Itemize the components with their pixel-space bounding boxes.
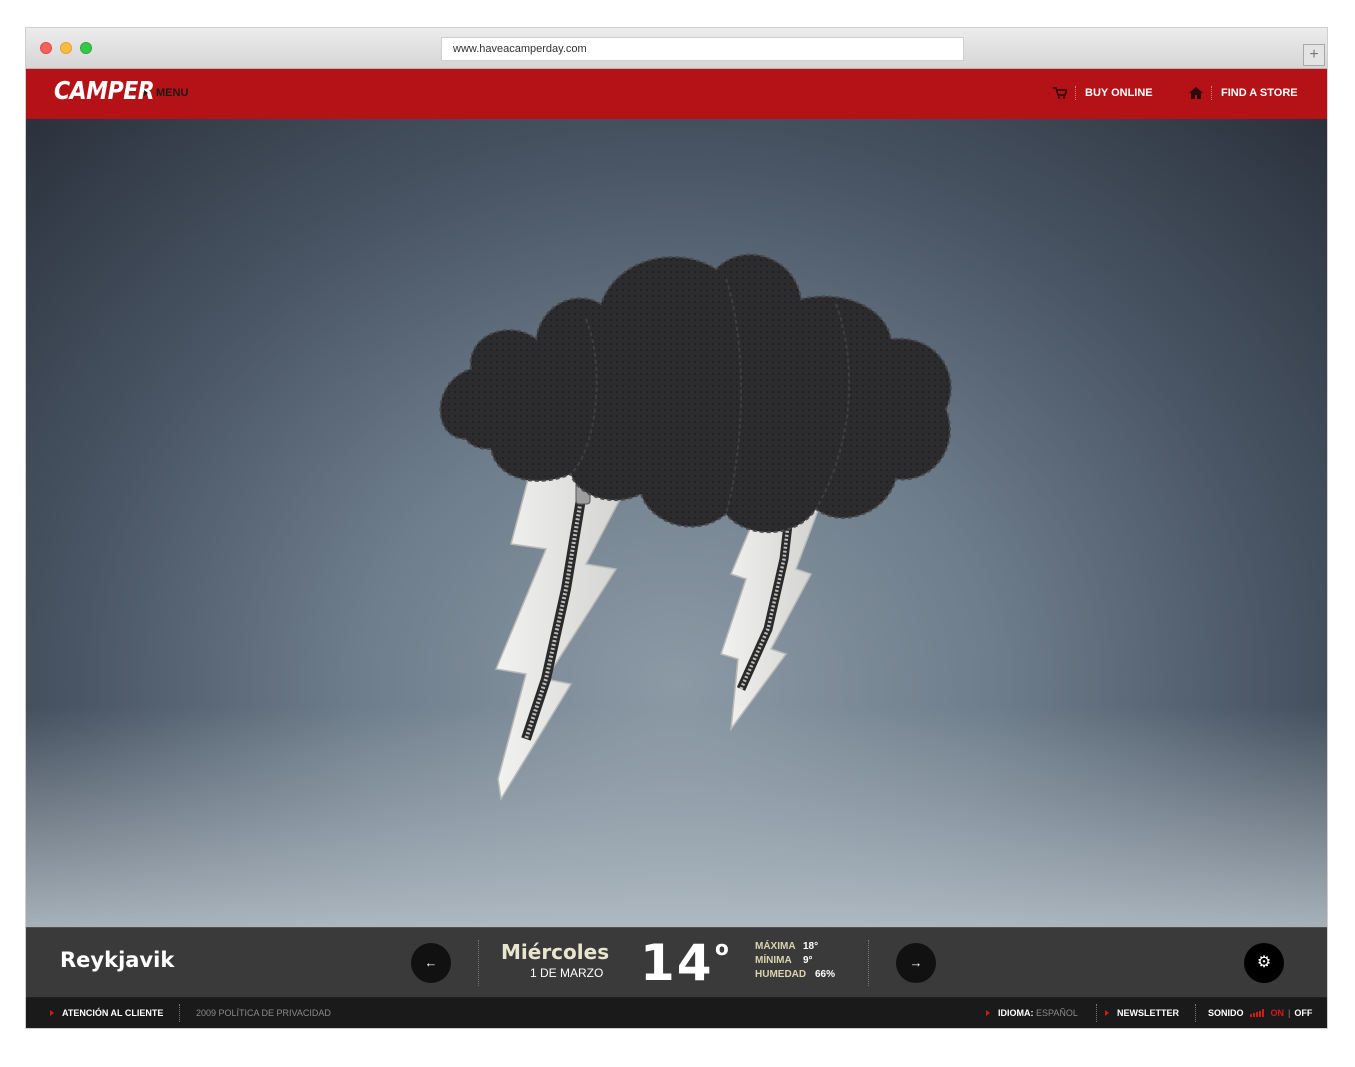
menu-button[interactable]: MENU bbox=[144, 87, 188, 99]
site-footer: ATENCIÓN AL CLIENTE 2009 POLÍTICA DE PRI… bbox=[26, 998, 1327, 1028]
camper-logo[interactable]: CAMPER bbox=[54, 77, 155, 106]
current-temperature: 14 bbox=[640, 934, 714, 992]
city-name: Reykjavik bbox=[60, 948, 175, 972]
max-temp-value: 18° bbox=[803, 941, 819, 952]
sound-label: SONIDO bbox=[1208, 1008, 1244, 1018]
privacy-label: 2009 POLÍTICA DE PRIVACIDAD bbox=[196, 1008, 331, 1018]
weather-illustration bbox=[26, 119, 1327, 927]
min-temp-row: MÍNIMA 9° bbox=[755, 954, 835, 968]
footer-arrow-icon bbox=[1105, 1010, 1109, 1016]
newsletter-label: NEWSLETTER bbox=[1117, 1008, 1179, 1018]
menu-arrow-icon bbox=[144, 90, 148, 97]
gear-icon: ⚙ bbox=[1256, 954, 1272, 971]
footer-divider bbox=[179, 1004, 180, 1022]
browser-toolbar: www.haveacamperday.com + bbox=[26, 28, 1327, 69]
find-store-label: FIND A STORE bbox=[1221, 87, 1298, 99]
humidity-row: HUMEDAD 66% bbox=[755, 968, 835, 982]
customer-service-link[interactable]: ATENCIÓN AL CLIENTE bbox=[50, 1008, 163, 1018]
footer-divider bbox=[1195, 1004, 1196, 1022]
cart-icon bbox=[1053, 87, 1067, 99]
sound-toggle-divider: | bbox=[1288, 1008, 1291, 1018]
volume-bars-icon bbox=[1249, 1009, 1265, 1017]
footer-arrow-icon bbox=[986, 1010, 990, 1016]
site-header: CAMPER MENU BUY ONLINE FIND A STORE bbox=[26, 69, 1327, 119]
storm-cloud-zipper-image bbox=[439, 253, 952, 802]
min-temp-label: MÍNIMA bbox=[755, 955, 792, 966]
language-value: ESPAÑOL bbox=[1036, 1008, 1078, 1018]
min-temp-value: 9° bbox=[803, 955, 813, 966]
arrow-left-icon: ← bbox=[424, 955, 438, 970]
previous-day-button[interactable]: ← bbox=[411, 943, 451, 983]
buy-online-link[interactable]: BUY ONLINE bbox=[1053, 86, 1153, 100]
settings-button[interactable]: ⚙ bbox=[1244, 943, 1284, 983]
footer-arrow-icon bbox=[50, 1010, 54, 1016]
arrow-right-icon: → bbox=[909, 955, 923, 970]
sound-control: SONIDO ON | OFF bbox=[1208, 1008, 1312, 1018]
sound-on-toggle[interactable]: ON bbox=[1271, 1008, 1285, 1018]
privacy-link[interactable]: 2009 POLÍTICA DE PRIVACIDAD bbox=[196, 1008, 331, 1018]
close-window-button[interactable] bbox=[40, 42, 52, 54]
weekday: Miércoles bbox=[501, 940, 610, 964]
header-divider bbox=[1075, 86, 1076, 100]
minimize-window-button[interactable] bbox=[60, 42, 72, 54]
newsletter-link[interactable]: NEWSLETTER bbox=[1105, 1008, 1179, 1018]
language-selector[interactable]: IDIOMA: ESPAÑOL bbox=[986, 1008, 1078, 1018]
language-label: IDIOMA: bbox=[998, 1008, 1034, 1018]
max-temp-label: MÁXIMA bbox=[755, 941, 796, 952]
max-temp-row: MÁXIMA 18° bbox=[755, 940, 835, 954]
degree-symbol: o bbox=[715, 936, 729, 960]
menu-label: MENU bbox=[156, 87, 189, 99]
footer-divider bbox=[1096, 1004, 1097, 1022]
weather-stats: MÁXIMA 18° MÍNIMA 9° HUMEDAD 66% bbox=[755, 940, 835, 982]
find-store-link[interactable]: FIND A STORE bbox=[1189, 86, 1298, 100]
humidity-value: 66% bbox=[815, 969, 836, 980]
lightning-bolt-left bbox=[494, 448, 643, 802]
address-bar[interactable]: www.haveacamperday.com bbox=[441, 37, 964, 61]
browser-window: www.haveacamperday.com + CAMPER MENU BUY… bbox=[26, 28, 1327, 1028]
header-divider bbox=[1211, 86, 1212, 100]
weather-divider bbox=[478, 940, 479, 986]
weather-divider bbox=[868, 940, 869, 986]
weather-bar: Reykjavik ← Miércoles 1 DE MARZO 14 o MÁ… bbox=[26, 927, 1327, 997]
maximize-window-button[interactable] bbox=[80, 42, 92, 54]
home-icon bbox=[1189, 87, 1203, 99]
date-label: 1 DE MARZO bbox=[530, 966, 604, 980]
new-tab-button[interactable]: + bbox=[1303, 44, 1325, 66]
buy-online-label: BUY ONLINE bbox=[1085, 87, 1153, 99]
next-day-button[interactable]: → bbox=[896, 943, 936, 983]
customer-service-label: ATENCIÓN AL CLIENTE bbox=[62, 1008, 164, 1018]
sound-off-toggle[interactable]: OFF bbox=[1294, 1008, 1312, 1018]
leather-cloud bbox=[439, 253, 952, 534]
humidity-label: HUMEDAD bbox=[755, 969, 807, 980]
